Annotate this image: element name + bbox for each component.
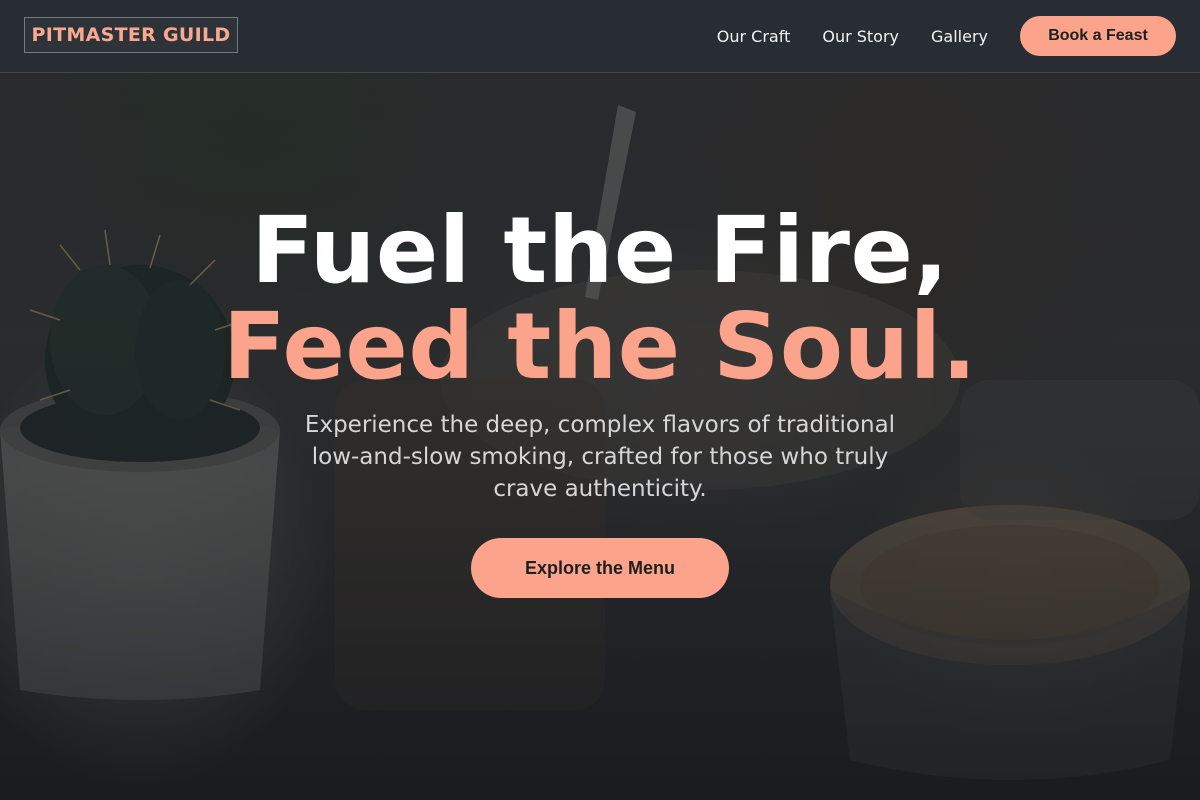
site-logo[interactable]: PITMASTER GUILD — [24, 17, 238, 53]
nav-link-our-story[interactable]: Our Story — [822, 27, 899, 46]
explore-menu-button[interactable]: Explore the Menu — [471, 538, 729, 598]
nav-link-gallery[interactable]: Gallery — [931, 27, 988, 46]
hero-overlay — [0, 0, 1200, 800]
main-nav: Our Craft Our Story Gallery Book a Feast — [717, 0, 1176, 72]
hero-headline-line-2: Feed the Soul. — [222, 293, 978, 400]
site-header: PITMASTER GUILD Our Craft Our Story Gall… — [0, 0, 1200, 73]
hero-subtext: Experience the deep, complex flavors of … — [304, 412, 896, 502]
book-a-feast-button[interactable]: Book a Feast — [1020, 16, 1176, 56]
hero-headline-line-1: Fuel the Fire, — [251, 197, 949, 304]
nav-link-our-craft[interactable]: Our Craft — [717, 27, 791, 46]
